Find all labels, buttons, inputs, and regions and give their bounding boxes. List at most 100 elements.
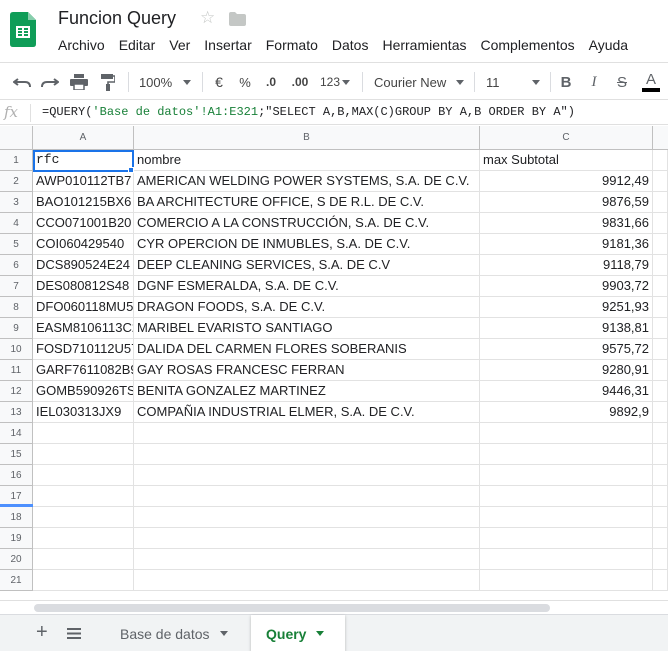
sheet-tab-query[interactable]: Query: [251, 615, 345, 651]
cell-rfc[interactable]: DCS890524E24: [33, 255, 134, 276]
menu-editar[interactable]: Editar: [119, 37, 156, 53]
cell-max-subtotal[interactable]: 9446,31: [480, 381, 653, 402]
cell-empty[interactable]: [480, 465, 653, 486]
more-formats-button[interactable]: 123: [316, 63, 354, 101]
decrease-decimals-button[interactable]: .0: [260, 63, 282, 101]
text-color-button[interactable]: A: [640, 63, 662, 101]
row-number[interactable]: 9: [0, 318, 33, 339]
freeze-handle[interactable]: [0, 504, 33, 507]
cell-rfc[interactable]: DES080812S48: [33, 276, 134, 297]
cell-nombre[interactable]: CYR OPERCION DE INMUBLES, S.A. DE C.V.: [134, 234, 480, 255]
cell-empty[interactable]: [33, 507, 134, 528]
paint-format-icon[interactable]: [96, 63, 120, 101]
cell-rfc[interactable]: IEL030313JX9: [33, 402, 134, 423]
row-number[interactable]: 8: [0, 297, 33, 318]
sheets-logo-icon[interactable]: [10, 12, 36, 47]
row-number[interactable]: 12: [0, 381, 33, 402]
print-icon[interactable]: [67, 63, 91, 101]
cell-empty[interactable]: [653, 171, 668, 192]
cell-rfc[interactable]: DFO060118MU5: [33, 297, 134, 318]
sheet-tab-base-de-datos[interactable]: Base de datos: [108, 615, 244, 651]
horizontal-scrollbar[interactable]: [0, 600, 668, 614]
column-header-c[interactable]: C: [480, 126, 653, 150]
cell-rfc[interactable]: BAO101215BX6: [33, 192, 134, 213]
folder-icon[interactable]: [229, 12, 246, 26]
cell-empty[interactable]: [480, 486, 653, 507]
cell-empty[interactable]: [653, 234, 668, 255]
cell-nombre[interactable]: BA ARCHITECTURE OFFICE, S DE R.L. DE C.V…: [134, 192, 480, 213]
cell-rfc[interactable]: AWP010112TB7: [33, 171, 134, 192]
column-header-d[interactable]: [653, 126, 668, 150]
cell-nombre[interactable]: DRAGON FOODS, S.A. DE C.V.: [134, 297, 480, 318]
cell-empty[interactable]: [653, 339, 668, 360]
add-sheet-button[interactable]: +: [36, 621, 48, 644]
cell-a1[interactable]: rfc: [33, 150, 134, 171]
document-title[interactable]: Funcion Query: [58, 8, 176, 29]
row-number[interactable]: 1: [0, 150, 33, 171]
cell-nombre[interactable]: DALIDA DEL CARMEN FLORES SOBERANIS: [134, 339, 480, 360]
cell-empty[interactable]: [480, 528, 653, 549]
cell-empty[interactable]: [653, 192, 668, 213]
cell-empty[interactable]: [653, 402, 668, 423]
menu-herramientas[interactable]: Herramientas: [382, 37, 466, 53]
bold-button[interactable]: B: [556, 63, 576, 101]
all-sheets-menu-icon[interactable]: [67, 628, 81, 639]
row-number[interactable]: 15: [0, 444, 33, 465]
select-all-corner[interactable]: [0, 126, 33, 150]
cell-empty[interactable]: [653, 507, 668, 528]
cell-empty[interactable]: [653, 213, 668, 234]
cell-max-subtotal[interactable]: 9831,66: [480, 213, 653, 234]
row-number[interactable]: 4: [0, 213, 33, 234]
cell-empty[interactable]: [33, 570, 134, 591]
chevron-down-icon[interactable]: [219, 631, 228, 636]
cell-empty[interactable]: [653, 570, 668, 591]
cell-max-subtotal[interactable]: 9912,49: [480, 171, 653, 192]
currency-format-button[interactable]: €: [208, 63, 230, 101]
menu-ayuda[interactable]: Ayuda: [589, 37, 628, 53]
cell-empty[interactable]: [653, 486, 668, 507]
cell-max-subtotal[interactable]: 9575,72: [480, 339, 653, 360]
fill-handle[interactable]: [128, 167, 134, 173]
cell-empty[interactable]: [653, 528, 668, 549]
cell-empty[interactable]: [480, 570, 653, 591]
cell-empty[interactable]: [653, 444, 668, 465]
cell-rfc[interactable]: COI060429540: [33, 234, 134, 255]
italic-button[interactable]: I: [584, 63, 604, 101]
menu-formato[interactable]: Formato: [266, 37, 318, 53]
cell-nombre[interactable]: DEEP CLEANING SERVICES, S.A. DE C.V: [134, 255, 480, 276]
row-number[interactable]: 21: [0, 570, 33, 591]
cell-empty[interactable]: [653, 318, 668, 339]
undo-icon[interactable]: [10, 63, 34, 101]
cell-rfc[interactable]: CCO071001B20: [33, 213, 134, 234]
cell-max-subtotal[interactable]: 9251,93: [480, 297, 653, 318]
cell-rfc[interactable]: FOSD710112U57: [33, 339, 134, 360]
row-number[interactable]: 3: [0, 192, 33, 213]
cell-empty[interactable]: [653, 255, 668, 276]
cell-empty[interactable]: [480, 507, 653, 528]
menu-ver[interactable]: Ver: [169, 37, 190, 53]
cell-nombre[interactable]: DGNF ESMERALDA, S.A. DE C.V.: [134, 276, 480, 297]
row-number[interactable]: 13: [0, 402, 33, 423]
cell-rfc[interactable]: GOMB590926TS: [33, 381, 134, 402]
strikethrough-button[interactable]: S: [612, 63, 632, 101]
row-number[interactable]: 16: [0, 465, 33, 486]
font-size-select[interactable]: 11: [482, 63, 544, 101]
cell-empty[interactable]: [480, 423, 653, 444]
increase-decimals-button[interactable]: .00: [286, 63, 314, 101]
cell-empty[interactable]: [134, 423, 480, 444]
cell-empty[interactable]: [480, 549, 653, 570]
cell-max-subtotal[interactable]: 9903,72: [480, 276, 653, 297]
cell-empty[interactable]: [653, 276, 668, 297]
percent-format-button[interactable]: %: [234, 63, 256, 101]
column-header-b[interactable]: B: [134, 126, 480, 150]
cell-nombre[interactable]: COMPAÑIA INDUSTRIAL ELMER, S.A. DE C.V.: [134, 402, 480, 423]
row-number[interactable]: 14: [0, 423, 33, 444]
cell-empty[interactable]: [134, 528, 480, 549]
cell-rfc[interactable]: GARF7611082B9: [33, 360, 134, 381]
font-family-select[interactable]: Courier New: [370, 63, 468, 101]
column-header-a[interactable]: A: [33, 126, 134, 150]
cell-nombre[interactable]: BENITA GONZALEZ MARTINEZ: [134, 381, 480, 402]
cell-max-subtotal[interactable]: 9138,81: [480, 318, 653, 339]
menu-insertar[interactable]: Insertar: [204, 37, 251, 53]
cell-empty[interactable]: [33, 549, 134, 570]
